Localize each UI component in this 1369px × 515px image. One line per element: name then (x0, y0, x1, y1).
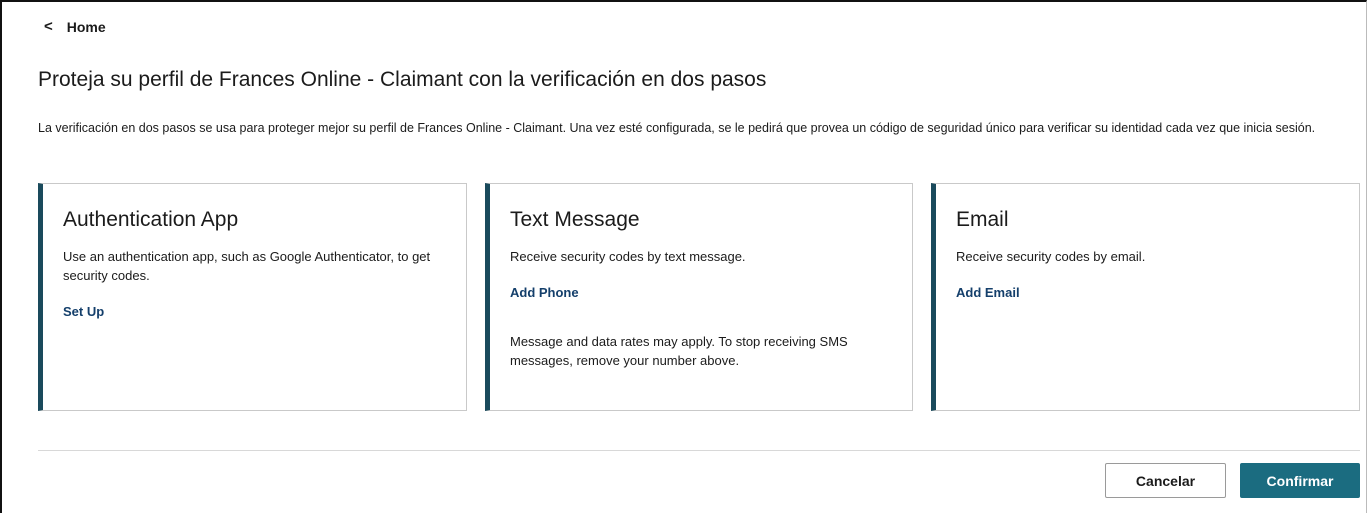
confirm-button[interactable]: Confirmar (1240, 463, 1360, 498)
option-card-authentication-app: Authentication App Use an authentication… (38, 183, 467, 411)
page-title: Proteja su perfil de Frances Online - Cl… (38, 68, 767, 91)
option-title: Authentication App (63, 208, 239, 231)
option-card-email: Email Receive security codes by email. A… (931, 183, 1360, 411)
option-description: Receive security codes by text message. (510, 249, 746, 264)
cancel-button[interactable]: Cancelar (1105, 463, 1226, 498)
option-description: Receive security codes by email. (956, 249, 1146, 264)
add-email-link[interactable]: Add Email (956, 285, 1020, 300)
set-up-link[interactable]: Set Up (63, 304, 104, 319)
chevron-left-icon: < (44, 18, 53, 35)
option-title: Text Message (510, 208, 640, 231)
option-card-text-message: Text Message Receive security codes by t… (485, 183, 913, 411)
home-label: Home (66, 18, 106, 35)
option-title: Email (956, 208, 1009, 231)
back-home-link[interactable]: < Home (44, 18, 106, 35)
sms-rates-note: Message and data rates may apply. To sto… (510, 334, 848, 368)
add-phone-link[interactable]: Add Phone (510, 285, 579, 300)
option-description: Use an authentication app, such as Googl… (63, 249, 431, 283)
footer-divider (38, 450, 1360, 451)
intro-text: La verificación en dos pasos se usa para… (38, 121, 1316, 135)
